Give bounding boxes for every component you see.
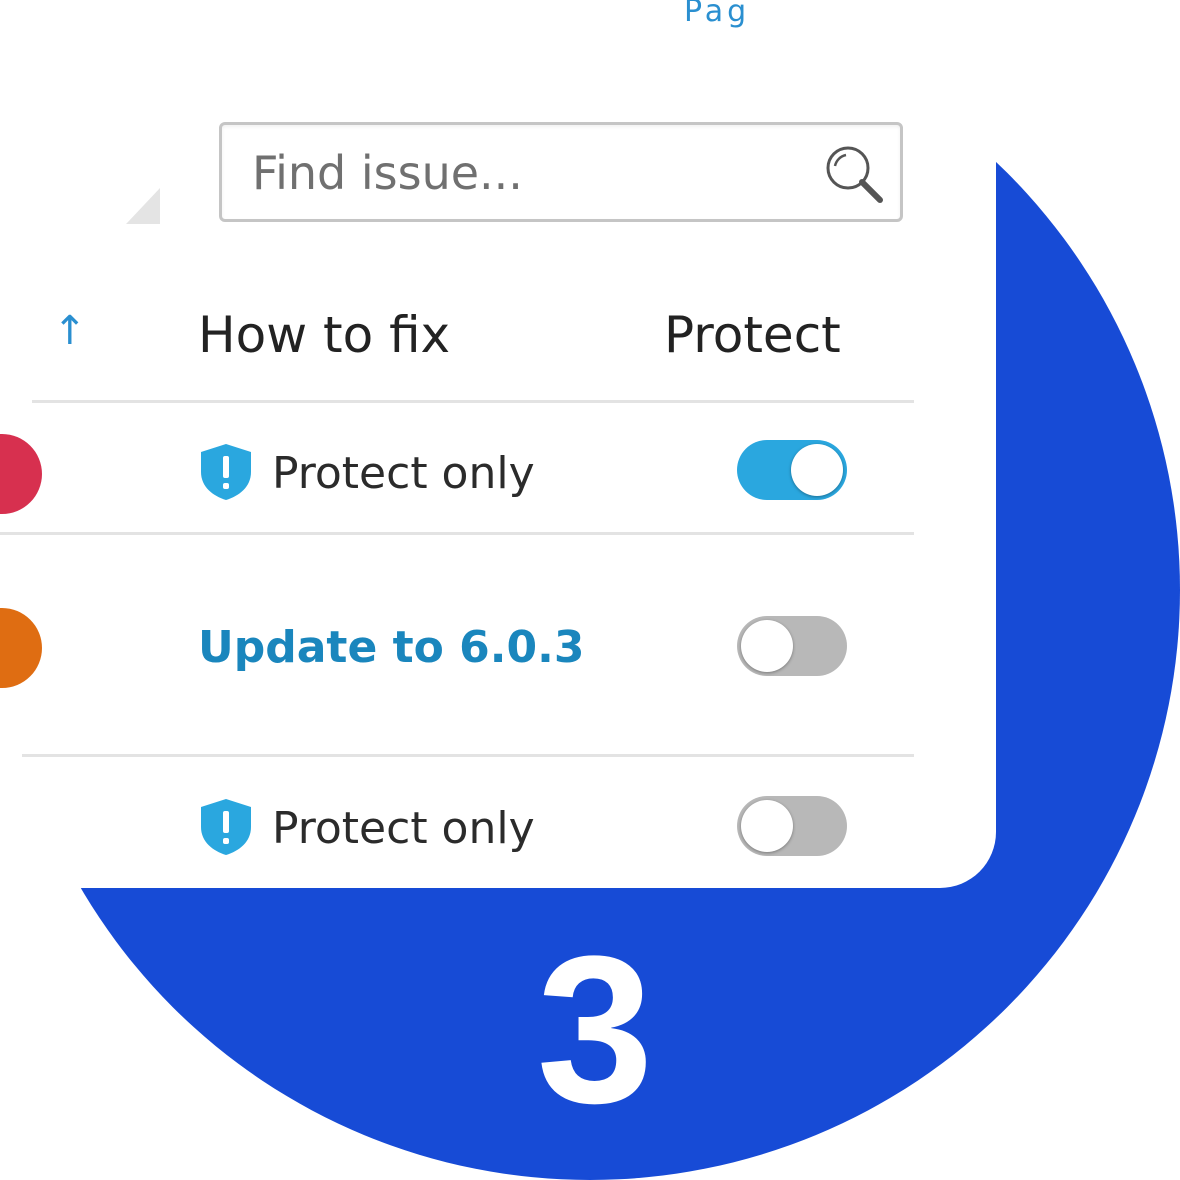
- column-header-protect[interactable]: Protect: [664, 306, 841, 364]
- page-label-fragment: Pag: [684, 0, 751, 29]
- protect-toggle[interactable]: [737, 440, 847, 500]
- stage: Pag ↑ How to fix Protect Protect only Up…: [0, 0, 1180, 1180]
- shield-alert-icon: [201, 799, 251, 855]
- row-divider: [22, 754, 914, 757]
- column-header-how-to-fix[interactable]: How to fix: [198, 306, 450, 364]
- header-divider: [32, 400, 914, 403]
- shield-alert-icon: [201, 444, 251, 500]
- search-box[interactable]: [219, 122, 903, 222]
- dropdown-corner-icon[interactable]: [126, 188, 160, 224]
- fix-label: Protect only: [272, 448, 535, 499]
- search-icon[interactable]: [822, 142, 888, 206]
- row-divider: [0, 532, 914, 535]
- toggle-knob: [791, 444, 843, 496]
- search-input[interactable]: [250, 139, 814, 207]
- fix-label: Protect only: [272, 803, 535, 854]
- toggle-knob: [741, 620, 793, 672]
- protect-toggle[interactable]: [737, 796, 847, 856]
- toggle-knob: [741, 800, 793, 852]
- protect-toggle[interactable]: [737, 616, 847, 676]
- sort-ascending-icon[interactable]: ↑: [53, 308, 87, 354]
- update-link[interactable]: Update to 6.0.3: [198, 622, 584, 673]
- step-number: 3: [536, 912, 654, 1147]
